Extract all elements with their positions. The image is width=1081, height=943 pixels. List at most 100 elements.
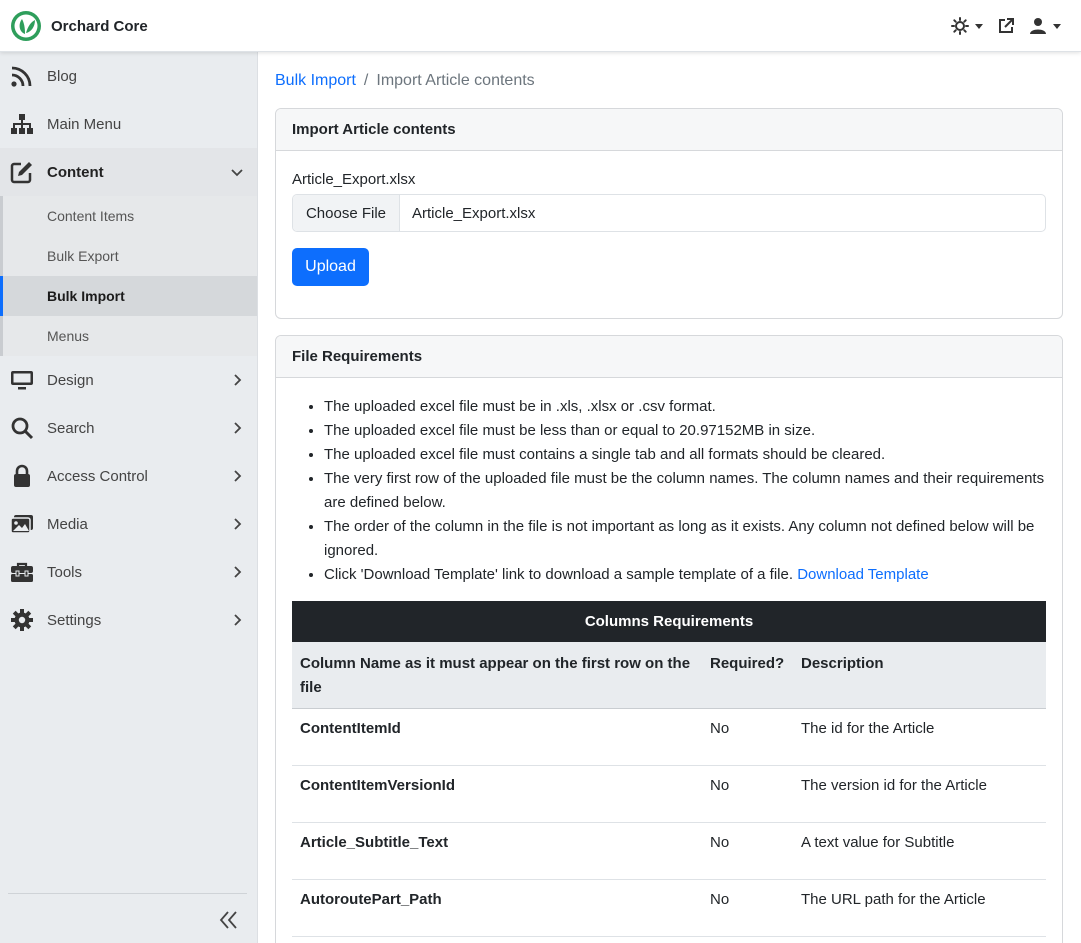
sidebar-item-label: Blog	[47, 67, 78, 85]
table-cell-description: A text value for Subtitle	[793, 822, 1046, 880]
table-cell-description: The id for the Article	[793, 708, 1046, 766]
import-card-title: Import Article contents	[276, 109, 1062, 151]
table-cell-required: No	[702, 708, 793, 766]
monitor-icon	[11, 371, 33, 390]
search-icon	[11, 417, 34, 440]
user-menu-button[interactable]	[1029, 17, 1061, 35]
list-item: The uploaded excel file must be less tha…	[324, 419, 1049, 443]
table-cell-required: No	[702, 879, 793, 937]
chevron-right-icon	[234, 470, 242, 482]
sidebar-subitem-menus[interactable]: Menus	[3, 316, 257, 356]
breadcrumb-link-bulk-import[interactable]: Bulk Import	[275, 72, 356, 90]
selected-file-name: Article_Export.xlsx	[412, 204, 536, 222]
sidebar-item-label: Settings	[47, 611, 102, 629]
import-card: Import Article contents Article_Export.x…	[275, 108, 1063, 319]
table-cell-name: ContentItemId	[292, 708, 702, 766]
list-item: The order of the column in the file is n…	[324, 515, 1049, 563]
rss-icon	[11, 66, 32, 87]
sidebar-item-label: Tools	[47, 563, 83, 581]
sidebar-item-label: Content	[47, 163, 104, 181]
download-template-link[interactable]: Download Template	[797, 566, 928, 583]
template-text: Click 'Download Template' link to downlo…	[324, 566, 798, 583]
gear-icon	[11, 609, 33, 631]
column-header-required: Required?	[702, 642, 793, 709]
external-link-icon	[999, 18, 1014, 33]
toolbox-icon	[11, 562, 33, 582]
sidebar: Blog Main Menu Content Content Items Bul…	[0, 52, 258, 943]
sidebar-item-search[interactable]: Search	[0, 404, 257, 452]
chevron-right-icon	[234, 422, 242, 434]
main-content: Bulk Import / Import Article contents Im…	[259, 52, 1081, 943]
sidebar-item-label: Main Menu	[47, 115, 122, 133]
sitemap-icon	[11, 114, 33, 134]
sidebar-item-settings[interactable]: Settings	[0, 596, 257, 644]
sidebar-item-access-control[interactable]: Access Control	[0, 452, 257, 500]
file-requirements-card: File Requirements The uploaded excel fil…	[275, 335, 1063, 943]
breadcrumb-current: Import Article contents	[376, 72, 535, 89]
table-header-row: Column Name as it must appear on the fir…	[292, 642, 1046, 709]
table-cell-required: No	[702, 765, 793, 823]
sidebar-item-label: Design	[47, 371, 94, 389]
table-cell-name: Article_Subtitle_Text	[292, 822, 702, 880]
top-navbar: Orchard Core	[0, 0, 1081, 52]
collapse-sidebar-icon[interactable]	[217, 908, 241, 932]
sidebar-item-content[interactable]: Content	[0, 148, 257, 196]
breadcrumb: Bulk Import / Import Article contents	[275, 72, 535, 90]
sidebar-item-label: Search	[47, 419, 95, 437]
images-icon	[10, 515, 33, 534]
sidebar-item-main-menu[interactable]: Main Menu	[0, 100, 257, 148]
columns-requirements-table: Columns Requirements Column Name as it m…	[292, 601, 1046, 937]
chevron-down-icon	[231, 169, 243, 177]
table-cell-description: The version id for the Article	[793, 765, 1046, 823]
sidebar-subitem-bulk-import[interactable]: Bulk Import	[0, 276, 257, 316]
table-cell-name: AutoroutePart_Path	[292, 879, 702, 937]
file-label: Article_Export.xlsx	[292, 171, 416, 188]
list-item: The very first row of the uploaded file …	[324, 467, 1049, 515]
sidebar-item-media[interactable]: Media	[0, 500, 257, 548]
sidebar-footer	[8, 893, 247, 943]
table-row: AutoroutePart_Path No The URL path for t…	[292, 879, 1046, 937]
sidebar-item-blog[interactable]: Blog	[0, 52, 257, 100]
table-cell-required: No	[702, 822, 793, 880]
chevron-right-icon	[234, 374, 242, 386]
sidebar-item-design[interactable]: Design	[0, 356, 257, 404]
brand[interactable]: Orchard Core	[10, 10, 148, 42]
chevron-down-icon	[975, 23, 983, 29]
chevron-right-icon	[234, 566, 242, 578]
theme-toggle-button[interactable]	[951, 17, 983, 35]
column-header-description: Description	[793, 642, 1046, 709]
sidebar-item-tools[interactable]: Tools	[0, 548, 257, 596]
breadcrumb-separator: /	[363, 72, 369, 89]
table-row: ContentItemVersionId No The version id f…	[292, 765, 1046, 823]
choose-file-button[interactable]: Choose File	[293, 195, 400, 231]
lock-icon	[14, 464, 30, 487]
visit-site-button[interactable]	[997, 17, 1015, 35]
sidebar-item-label: Access Control	[47, 467, 148, 485]
orchard-core-logo-icon	[11, 11, 41, 41]
sidebar-item-label: Media	[47, 515, 88, 533]
column-header-name: Column Name as it must appear on the fir…	[292, 642, 702, 709]
table-caption: Columns Requirements	[292, 601, 1046, 642]
chevron-down-icon	[1053, 23, 1061, 29]
chevron-right-icon	[234, 518, 242, 530]
table-row: Article_Subtitle_Text No A text value fo…	[292, 822, 1046, 880]
table-row: ContentItemId No The id for the Article	[292, 708, 1046, 766]
requirements-list: The uploaded excel file must be in .xls,…	[324, 395, 1049, 587]
brand-name: Orchard Core	[51, 17, 148, 35]
list-item: The uploaded excel file must be in .xls,…	[324, 395, 1049, 419]
content-submenu: Content Items Bulk Export Bulk Import Me…	[0, 196, 257, 356]
sidebar-subitem-content-items[interactable]: Content Items	[3, 196, 257, 236]
table-caption-row: Columns Requirements	[292, 601, 1046, 642]
list-item: Click 'Download Template' link to downlo…	[324, 563, 1049, 587]
list-item: The uploaded excel file must contains a …	[324, 443, 1049, 467]
chevron-right-icon	[234, 614, 242, 626]
sidebar-subitem-bulk-export[interactable]: Bulk Export	[3, 236, 257, 276]
sun-icon	[951, 17, 969, 35]
edit-icon	[10, 162, 32, 184]
requirements-card-title: File Requirements	[276, 336, 1062, 378]
user-icon	[1030, 18, 1046, 34]
upload-button[interactable]: Upload	[292, 248, 369, 286]
table-cell-description: The URL path for the Article	[793, 879, 1046, 937]
file-input[interactable]: Choose File Article_Export.xlsx	[292, 194, 1046, 232]
table-cell-name: ContentItemVersionId	[292, 765, 702, 823]
